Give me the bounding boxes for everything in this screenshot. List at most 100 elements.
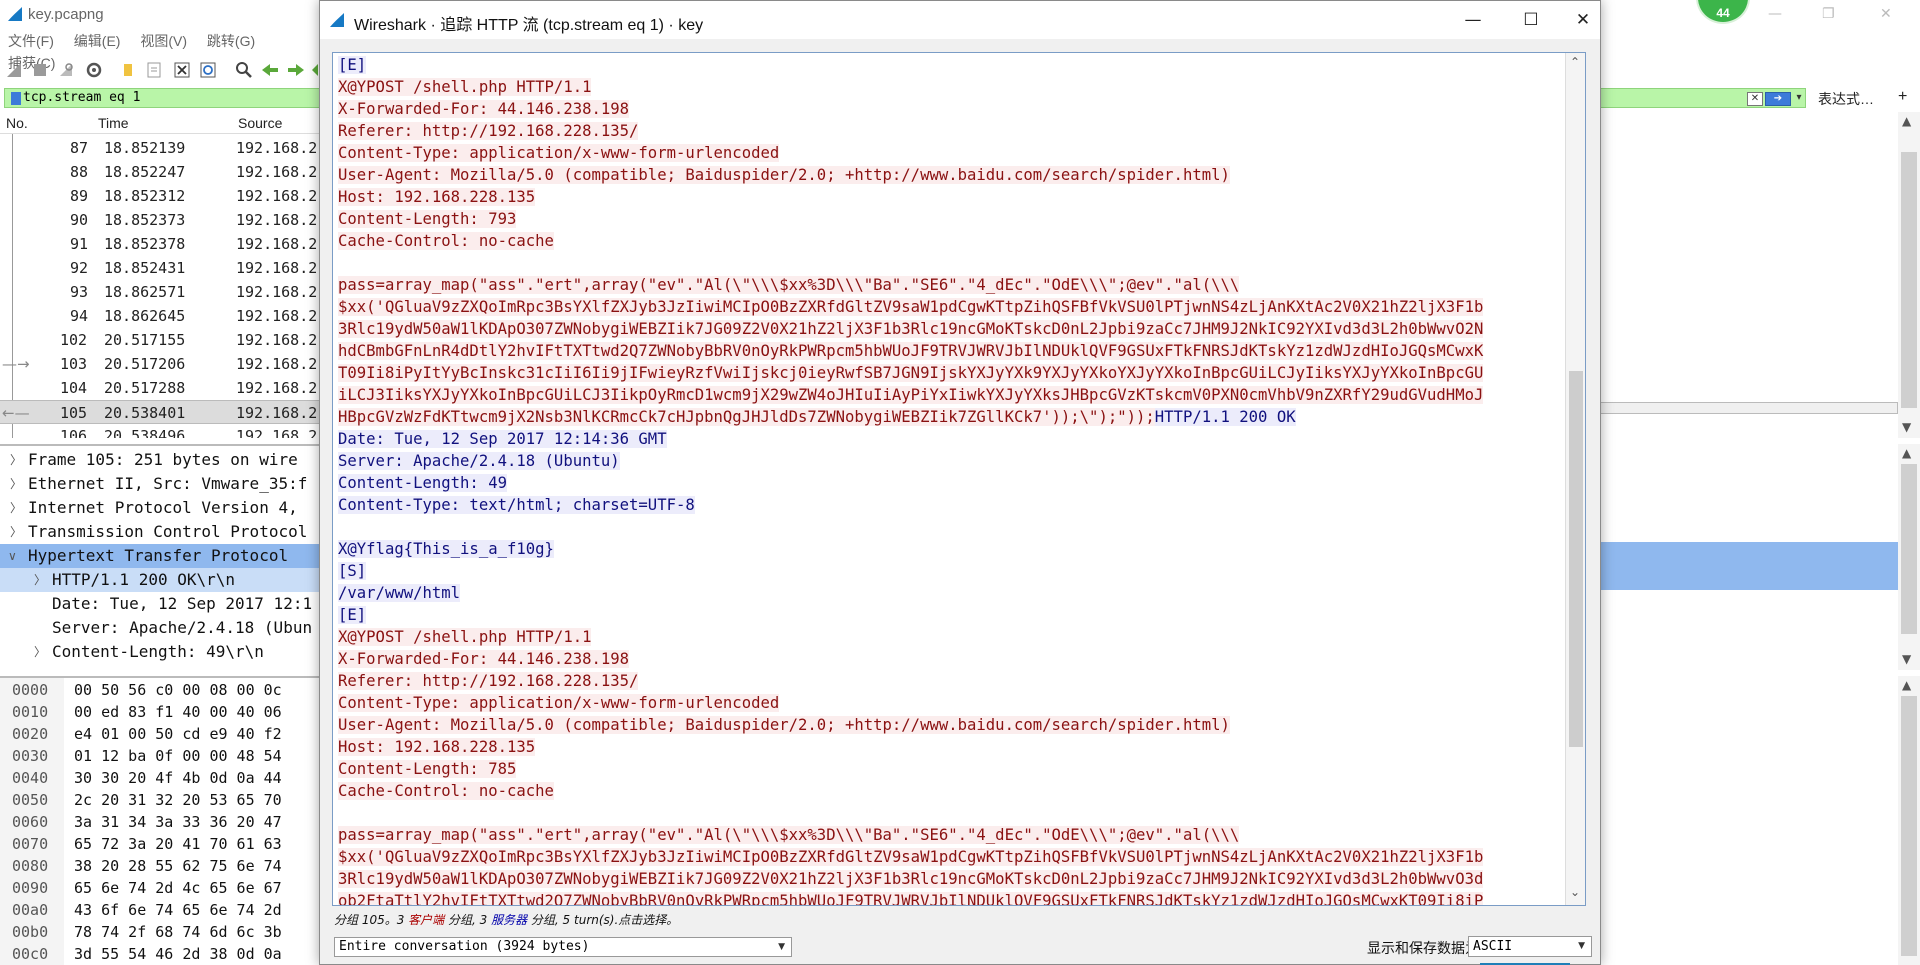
stream-line[interactable]: Content-Length: 785 bbox=[338, 758, 1565, 780]
expression-button[interactable]: 表达式… bbox=[1818, 89, 1874, 109]
stream-scrollbar[interactable]: ⌃ ⌄ bbox=[1565, 53, 1585, 905]
stream-content-box[interactable]: [E] X@YPOST /shell.php HTTP/1.1 X-Forwarde… bbox=[332, 52, 1586, 906]
packet-row[interactable]: 89 18.852312 192.168.2 bbox=[0, 184, 330, 208]
main-restore-icon[interactable]: ❐ bbox=[1822, 6, 1835, 22]
packet-list-scrollbar[interactable]: ▲ ▼ bbox=[1898, 112, 1920, 438]
display-filter-input[interactable]: tcp.stream eq 1 bbox=[4, 88, 320, 108]
close-file-icon[interactable] bbox=[172, 60, 192, 80]
stream-line[interactable]: Cache-Control: no-cache bbox=[338, 780, 1565, 802]
bytes-row[interactable]: 0040 30 30 20 4f 4b 0d 0a 44 bbox=[0, 768, 330, 788]
stream-line[interactable]: 3Rlc19ydW50aW1lKDApO307ZWNobygiWEBZIik7J… bbox=[338, 868, 1565, 890]
scroll-up-icon[interactable]: ▲ bbox=[1902, 678, 1911, 692]
stream-line[interactable]: pass=array_map("ass"."ert",array("ev"."A… bbox=[338, 274, 1565, 296]
find-packet-icon[interactable] bbox=[234, 60, 254, 80]
add-filter-button[interactable]: + bbox=[1898, 88, 1907, 106]
stream-line[interactable]: Referer: http://192.168.228.135/ bbox=[338, 670, 1565, 692]
packet-row[interactable]: 91 18.852378 192.168.2 bbox=[0, 232, 330, 256]
reload-file-icon[interactable] bbox=[198, 60, 218, 80]
details-item-server[interactable]: Server: Apache/2.4.18 (Ubun bbox=[0, 616, 330, 640]
stream-line[interactable]: hdCBmbGFnLnR4dDtlY2hvIFtTXTtwd2Q7ZWNobyB… bbox=[338, 340, 1565, 362]
packet-row-selected[interactable]: ←— 105 20.538401 192.168.2 bbox=[0, 400, 330, 424]
menu-go[interactable]: 跳转(G) bbox=[207, 30, 255, 52]
bytes-row[interactable]: 00b0 78 74 2f 68 74 6d 6c 3b bbox=[0, 922, 330, 942]
packet-row[interactable]: 106 20.538496 192.168.2 bbox=[0, 424, 330, 438]
packet-row[interactable]: 93 18.862571 192.168.2 bbox=[0, 280, 330, 304]
go-back-icon[interactable] bbox=[260, 60, 280, 80]
stream-line[interactable]: Content-Length: 793 bbox=[338, 208, 1565, 230]
details-item-frame[interactable]: 〉 Frame 105: 251 bytes on wire bbox=[0, 448, 330, 472]
bytes-row[interactable]: 0070 65 72 3a 20 41 70 61 63 bbox=[0, 834, 330, 854]
scroll-up-icon[interactable]: ⌃ bbox=[1570, 55, 1580, 69]
stream-line[interactable]: /var/www/html bbox=[338, 582, 1565, 604]
scroll-down-icon[interactable]: ⌄ bbox=[1570, 885, 1580, 899]
stop-capture-icon[interactable] bbox=[30, 60, 50, 80]
main-close-icon[interactable]: ✕ bbox=[1880, 6, 1892, 22]
menu-view[interactable]: 视图(V) bbox=[140, 30, 187, 52]
column-no[interactable]: No. bbox=[6, 115, 28, 131]
stream-line[interactable]: $xx('QGluaV9zZXQoImRpc3BsYXlfZXJyb3JzIiw… bbox=[338, 296, 1565, 318]
details-item-date[interactable]: Date: Tue, 12 Sep 2017 12:1 bbox=[0, 592, 330, 616]
bytes-row[interactable]: 0010 00 ed 83 f1 40 00 40 06 bbox=[0, 702, 330, 722]
stream-line[interactable]: X@YPOST /shell.php HTTP/1.1 bbox=[338, 626, 1565, 648]
stream-line[interactable]: User-Agent: Mozilla/5.0 (compatible; Bai… bbox=[338, 714, 1565, 736]
expand-arrow-icon[interactable]: 〉 bbox=[10, 472, 22, 496]
stream-line[interactable]: T09Ii8iPyItYyBcInskc31cIiI6Ii9jIFwieyRzf… bbox=[338, 362, 1565, 384]
packet-row[interactable]: 92 18.852431 192.168.2 bbox=[0, 256, 330, 280]
scroll-up-icon[interactable]: ▲ bbox=[1902, 446, 1911, 460]
apply-filter-icon[interactable]: ➔ bbox=[1765, 92, 1791, 106]
stream-line[interactable]: X@Yflag{This_is_a_f10g} bbox=[338, 538, 1565, 560]
bytes-row[interactable]: 0020 e4 01 00 50 cd e9 40 f2 bbox=[0, 724, 330, 744]
stream-line[interactable]: X@YPOST /shell.php HTTP/1.1 bbox=[338, 76, 1565, 98]
stream-text[interactable]: [E] X@YPOST /shell.php HTTP/1.1 X-Forwarde… bbox=[333, 53, 1565, 905]
details-item-http[interactable]: ∨ Hypertext Transfer Protocol bbox=[0, 544, 330, 568]
packet-row[interactable]: 102 20.517155 192.168.2 bbox=[0, 328, 330, 352]
bytes-row[interactable]: 00c0 3d 55 54 46 2d 38 0d 0a bbox=[0, 944, 330, 964]
stream-line[interactable]: HBpcGVzWzFdKTtwcm9jX2Nsb3NlKCRmcCk7cHJpb… bbox=[338, 406, 1565, 428]
bytes-row[interactable]: 0000 00 50 56 c0 00 08 00 0c bbox=[0, 680, 330, 700]
encoding-select[interactable]: ASCII ▼ bbox=[1468, 936, 1592, 957]
stream-line[interactable]: Cache-Control: no-cache bbox=[338, 230, 1565, 252]
dialog-titlebar[interactable]: Wireshark · 追踪 HTTP 流 (tcp.stream eq 1) … bbox=[320, 1, 1600, 39]
minimize-button[interactable]: — bbox=[1450, 7, 1496, 33]
capture-options-icon[interactable] bbox=[84, 60, 104, 80]
go-forward-icon[interactable] bbox=[286, 60, 306, 80]
scroll-up-icon[interactable]: ▲ bbox=[1902, 114, 1911, 128]
stream-line[interactable]: Server: Apache/2.4.18 (Ubuntu) bbox=[338, 450, 1565, 472]
packet-row[interactable]: 88 18.852247 192.168.2 bbox=[0, 160, 330, 184]
stream-line[interactable]: Content-Type: text/html; charset=UTF-8 bbox=[338, 494, 1565, 516]
stream-line[interactable]: [S] bbox=[338, 560, 1565, 582]
packet-row[interactable]: 94 18.862645 192.168.2 bbox=[0, 304, 330, 328]
expand-arrow-icon[interactable]: 〉 bbox=[10, 448, 22, 472]
filter-history-dropdown-icon[interactable]: ▾ bbox=[1793, 92, 1805, 106]
scroll-down-icon[interactable]: ▼ bbox=[1902, 420, 1911, 434]
main-minimize-icon[interactable]: — bbox=[1768, 6, 1782, 22]
bytes-row[interactable]: 00a0 43 6f 6e 74 65 6e 74 2d bbox=[0, 900, 330, 920]
filter-bookmark-icon[interactable] bbox=[11, 92, 21, 105]
scroll-down-icon[interactable]: ▼ bbox=[1902, 652, 1911, 666]
stream-line[interactable]: X-Forwarded-For: 44.146.238.198 bbox=[338, 98, 1565, 120]
stream-line[interactable]: [E] bbox=[338, 604, 1565, 626]
menu-edit[interactable]: 编辑(E) bbox=[74, 30, 121, 52]
expand-arrow-icon[interactable]: 〉 bbox=[10, 496, 22, 520]
notification-badge[interactable]: 44 bbox=[1696, 0, 1750, 24]
bytes-row[interactable]: 0030 01 12 ba 0f 00 00 48 54 bbox=[0, 746, 330, 766]
stream-line[interactable]: [E] bbox=[338, 54, 1565, 76]
save-file-icon[interactable] bbox=[144, 60, 164, 80]
stream-line[interactable]: Host: 192.168.228.135 bbox=[338, 736, 1565, 758]
details-item-ipv4[interactable]: 〉 Internet Protocol Version 4, bbox=[0, 496, 330, 520]
packet-row[interactable]: 104 20.517288 192.168.2 bbox=[0, 376, 330, 400]
details-item-tcp[interactable]: 〉 Transmission Control Protocol bbox=[0, 520, 330, 544]
collapse-arrow-icon[interactable]: ∨ bbox=[8, 544, 17, 568]
stream-line[interactable]: Content-Type: application/x-www-form-url… bbox=[338, 142, 1565, 164]
bytes-row[interactable]: 0060 3a 31 34 3a 33 36 20 47 bbox=[0, 812, 330, 832]
open-file-icon[interactable] bbox=[118, 60, 138, 80]
packet-list-horizontal-scrollbar[interactable] bbox=[1600, 402, 1898, 414]
stream-line[interactable] bbox=[338, 252, 1565, 274]
stream-line[interactable]: ob2FtaTtlY2hvIFtTXTtwd2Q7ZWNobyBbRV0nOyR… bbox=[338, 890, 1565, 905]
stream-line[interactable]: Content-Type: application/x-www-form-url… bbox=[338, 692, 1565, 714]
expand-arrow-icon[interactable]: 〉 bbox=[34, 568, 46, 592]
expand-arrow-icon[interactable]: 〉 bbox=[34, 640, 46, 664]
scroll-thumb[interactable] bbox=[1901, 696, 1917, 956]
stream-line[interactable]: pass=array_map("ass"."ert",array("ev"."A… bbox=[338, 824, 1565, 846]
packet-row[interactable]: 90 18.852373 192.168.2 bbox=[0, 208, 330, 232]
